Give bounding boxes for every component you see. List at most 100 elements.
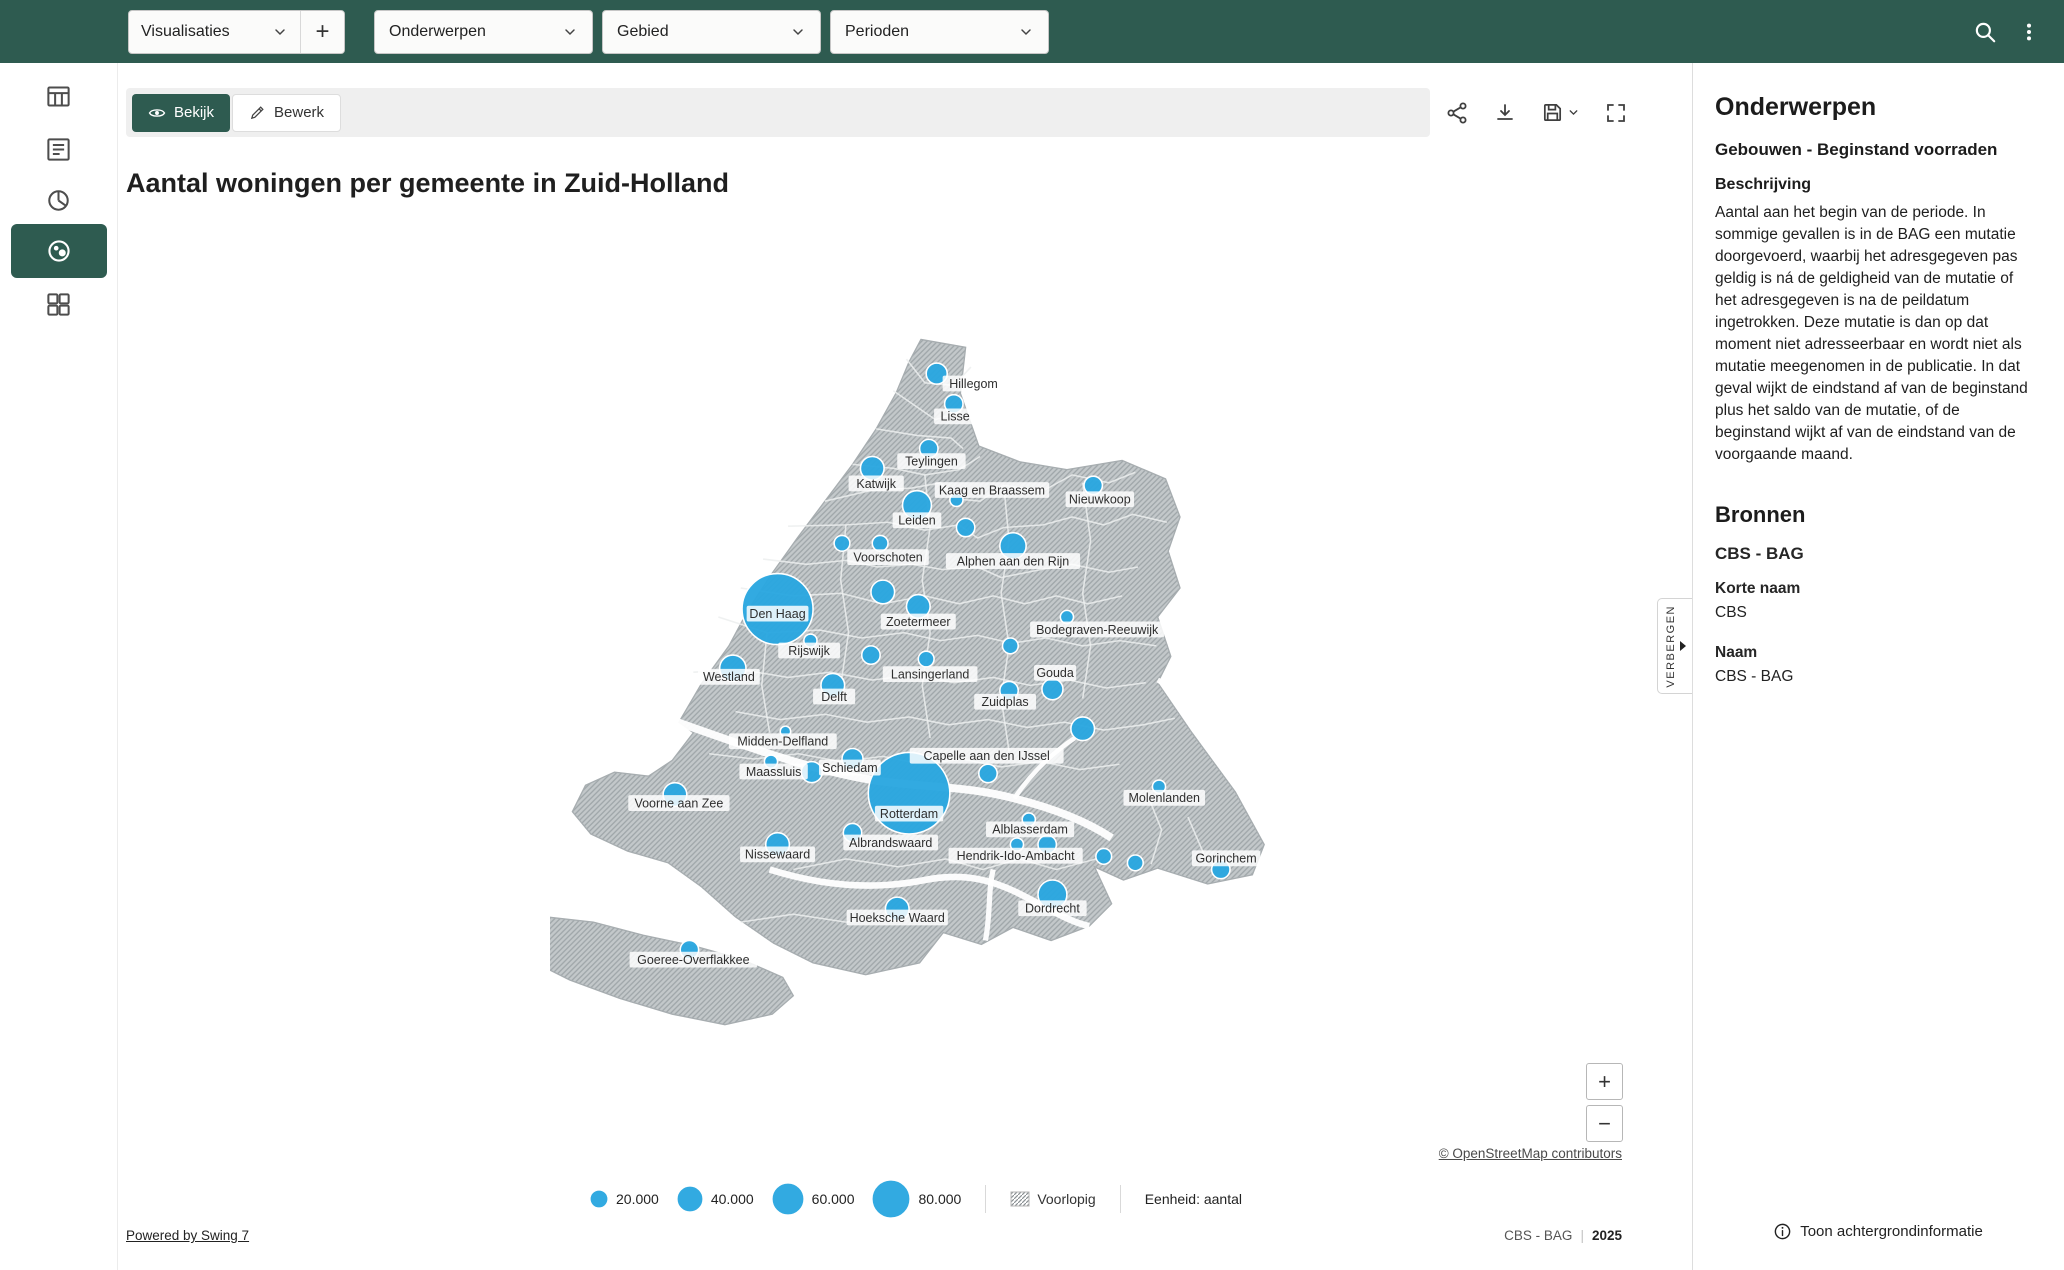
osm-attribution-link[interactable]: © OpenStreetMap contributors bbox=[1439, 1146, 1622, 1161]
source-line: CBS - BAG | 2025 bbox=[1504, 1228, 1622, 1243]
bubble-map[interactable]: Hillegom Lisse Teylingen Katwijk Kaag en Bra… bbox=[550, 330, 1280, 1067]
svg-text:Nieuwkoop: Nieuwkoop bbox=[1069, 493, 1131, 507]
chevron-down-icon bbox=[1569, 110, 1578, 116]
municipality-bubble[interactable] bbox=[871, 534, 889, 552]
sidebar-item-dashboard-view[interactable] bbox=[37, 282, 81, 326]
search-icon[interactable] bbox=[1972, 19, 1998, 45]
svg-text:Gorinchem: Gorinchem bbox=[1196, 852, 1257, 866]
korte-naam-label: Korte naam bbox=[1715, 580, 1801, 597]
fullscreen-icon[interactable] bbox=[1604, 101, 1628, 125]
municipality-bubble[interactable] bbox=[955, 517, 976, 538]
legend-size-item: 60.000 bbox=[770, 1181, 854, 1217]
map-legend: 20.000 40.000 60.000 80.000 Voorlopig Eenhe… bbox=[588, 1176, 1242, 1222]
svg-text:Westland: Westland bbox=[703, 670, 755, 684]
legend-divider bbox=[1119, 1185, 1121, 1213]
dashboard-icon bbox=[47, 292, 70, 316]
sidebar-item-map-view[interactable] bbox=[10, 224, 107, 278]
svg-text:Maassluis: Maassluis bbox=[746, 765, 802, 779]
chevron-down-icon bbox=[793, 28, 803, 35]
municipality-label: Maassluis bbox=[739, 763, 808, 780]
legend-eenheid: Eenheid: aantal bbox=[1144, 1191, 1243, 1207]
bron-name: CBS - BAG bbox=[1715, 544, 1804, 563]
sidebar-item-table-view[interactable] bbox=[37, 74, 81, 118]
municipality-label: Delft bbox=[813, 688, 856, 705]
visualisaties-dropdown[interactable]: Visualisaties bbox=[129, 11, 300, 53]
topbar: Visualisaties + Onderwerpen Gebied Perio… bbox=[0, 0, 2064, 63]
onderwerpen-dropdown[interactable]: Onderwerpen bbox=[374, 9, 593, 54]
visualisaties-group: Visualisaties + bbox=[128, 9, 345, 54]
naam-value: CBS - BAG bbox=[1715, 668, 1794, 685]
powered-by-link[interactable]: Powered by Swing 7 bbox=[126, 1228, 249, 1243]
svg-text:Alblasserdam: Alblasserdam bbox=[992, 823, 1068, 837]
island-shape bbox=[550, 916, 795, 1026]
background-info-link[interactable]: Toon achtergrondinformatie bbox=[1692, 1222, 2064, 1241]
municipality-label: Dordrecht bbox=[1018, 900, 1087, 917]
bekijk-label: Bekijk bbox=[174, 104, 215, 121]
svg-text:Dordrecht: Dordrecht bbox=[1025, 902, 1080, 916]
svg-text:Molenlanden: Molenlanden bbox=[1129, 791, 1201, 805]
save-icon bbox=[1543, 103, 1562, 122]
sidebar-item-chart-view[interactable] bbox=[37, 178, 81, 222]
bekijk-tab[interactable]: Bekijk bbox=[132, 93, 231, 132]
municipality-label: Alblasserdam bbox=[986, 821, 1075, 838]
municipality-label: Rijswijk bbox=[778, 642, 841, 659]
municipality-label: Hoeksche Waard bbox=[846, 909, 948, 926]
zoom-in-button[interactable]: + bbox=[1586, 1063, 1623, 1100]
add-visualization-button[interactable]: + bbox=[300, 10, 344, 53]
save-menu[interactable] bbox=[1541, 101, 1580, 124]
legend-size-item: 80.000 bbox=[870, 1178, 961, 1220]
svg-text:Voorschoten: Voorschoten bbox=[853, 550, 922, 564]
perioden-dropdown[interactable]: Perioden bbox=[830, 9, 1049, 54]
pie-chart-icon bbox=[48, 189, 69, 211]
download-icon[interactable] bbox=[1493, 101, 1517, 125]
sidebar-item-report-view[interactable] bbox=[37, 127, 81, 171]
view-toolbar: Bekijk Bewerk bbox=[126, 88, 1430, 137]
kebab-menu-icon[interactable] bbox=[2018, 19, 2040, 45]
svg-text:Kaag en Braassem: Kaag en Braassem bbox=[939, 483, 1045, 497]
municipality-bubble[interactable] bbox=[917, 650, 935, 668]
svg-text:Midden-Delfland: Midden-Delfland bbox=[737, 735, 828, 749]
svg-text:Hillegom: Hillegom bbox=[949, 377, 998, 391]
municipality-label: Midden-Delfland bbox=[728, 733, 837, 750]
pencil-icon bbox=[250, 106, 264, 120]
source-year: 2025 bbox=[1591, 1228, 1622, 1243]
municipality-bubble[interactable] bbox=[1041, 677, 1064, 701]
gebied-label: Gebied bbox=[617, 22, 669, 40]
gebied-dropdown[interactable]: Gebied bbox=[602, 9, 821, 54]
info-icon bbox=[1774, 1223, 1791, 1240]
municipality-bubble[interactable] bbox=[978, 763, 998, 784]
legend-size-item: 20.000 bbox=[588, 1188, 659, 1210]
municipality-bubble[interactable] bbox=[1001, 637, 1020, 655]
source-name: CBS - BAG bbox=[1504, 1228, 1573, 1243]
svg-text:Zoetermeer: Zoetermeer bbox=[886, 615, 951, 629]
municipality-bubble[interactable] bbox=[860, 645, 881, 666]
municipality-label: Zuidplas bbox=[974, 693, 1037, 710]
municipality-bubble[interactable] bbox=[1126, 854, 1144, 872]
municipality-bubble[interactable] bbox=[1095, 847, 1113, 866]
panel-subtitle: Gebouwen - Beginstand voorraden bbox=[1715, 140, 1998, 159]
zoom-out-button[interactable]: − bbox=[1586, 1105, 1623, 1142]
svg-text:Rotterdam: Rotterdam bbox=[880, 807, 938, 821]
korte-naam-value: CBS bbox=[1715, 604, 1747, 621]
municipality-label: Rotterdam bbox=[874, 805, 944, 822]
municipality-bubble[interactable] bbox=[833, 534, 851, 552]
beschrijving-text: Aantal aan het begin van de periode. In … bbox=[1715, 204, 2028, 463]
export-toolbar bbox=[1445, 88, 1628, 137]
legend-size-label: 20.000 bbox=[616, 1191, 659, 1207]
bewerk-tab[interactable]: Bewerk bbox=[232, 93, 342, 132]
municipality-bubble[interactable] bbox=[1070, 716, 1096, 742]
svg-text:Delft: Delft bbox=[821, 690, 847, 704]
municipality-label: Den Haag bbox=[746, 605, 809, 622]
share-icon[interactable] bbox=[1445, 101, 1469, 125]
chevron-down-icon bbox=[565, 28, 575, 35]
visualisaties-label: Visualisaties bbox=[141, 22, 230, 40]
municipality-bubble[interactable] bbox=[870, 579, 896, 605]
municipality-label: Voorschoten bbox=[847, 549, 929, 565]
municipality-label: Lisse bbox=[934, 408, 977, 425]
report-icon bbox=[47, 137, 70, 161]
municipality-label: Albrandswaard bbox=[843, 834, 939, 851]
municipality-label: Gorinchem bbox=[1191, 850, 1261, 867]
hide-panel-tab[interactable]: VERBERGEN bbox=[1657, 598, 1693, 694]
beschrijving-heading: Beschrijving bbox=[1715, 176, 1812, 193]
legend-circle bbox=[871, 1179, 912, 1219]
